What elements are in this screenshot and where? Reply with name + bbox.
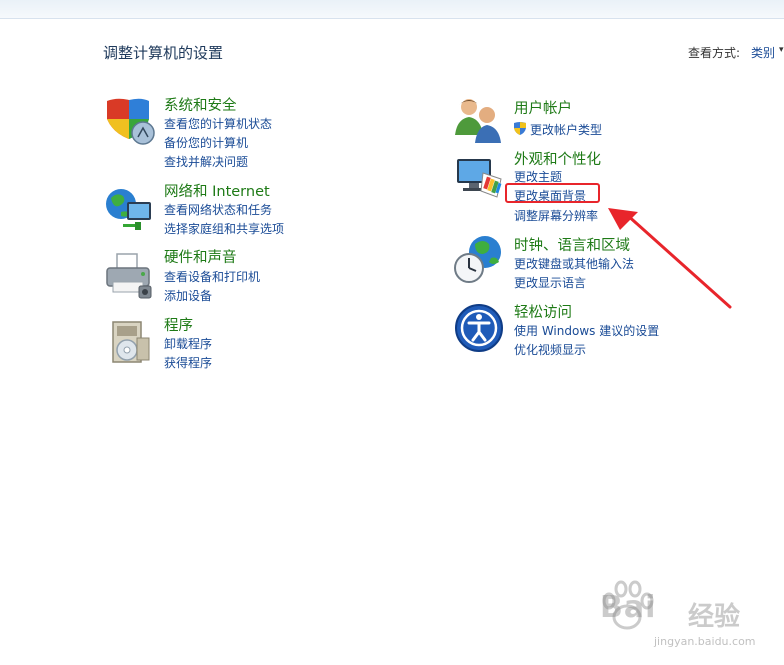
- link-recommended-settings[interactable]: 使用 Windows 建议的设置: [514, 322, 659, 339]
- display-palette-icon: [457, 159, 502, 198]
- category-programs[interactable]: 程序: [164, 314, 193, 335]
- watermark-brand: Bai: [600, 590, 657, 625]
- link-add-device[interactable]: 添加设备: [164, 287, 212, 304]
- category-appearance-personalization[interactable]: 外观和个性化: [514, 148, 601, 169]
- view-by-dropdown[interactable]: 类别: [751, 44, 775, 61]
- link-devices-printers[interactable]: 查看设备和打印机: [164, 268, 260, 285]
- link-homegroup-sharing[interactable]: 选择家庭组和共享选项: [164, 220, 284, 237]
- programs-disc-icon: [112, 321, 150, 363]
- link-get-programs[interactable]: 获得程序: [164, 354, 212, 371]
- link-optimize-video[interactable]: 优化视频显示: [514, 341, 586, 358]
- annotation-arrow-icon: [608, 208, 732, 309]
- category-system-security[interactable]: 系统和安全: [164, 94, 237, 115]
- ease-of-access-icon: [455, 304, 503, 352]
- link-change-display-language[interactable]: 更改显示语言: [514, 274, 586, 291]
- link-backup-computer[interactable]: 备份您的计算机: [164, 134, 248, 151]
- link-network-status[interactable]: 查看网络状态和任务: [164, 201, 272, 218]
- link-view-computer-status[interactable]: 查看您的计算机状态: [164, 115, 272, 132]
- link-change-account-type[interactable]: 更改帐户类型: [530, 121, 602, 138]
- printer-hardware-icon: [106, 253, 152, 299]
- category-network-internet[interactable]: 网络和 Internet: [164, 180, 270, 201]
- category-user-accounts[interactable]: 用户帐户: [514, 97, 572, 118]
- highlight-box: [505, 183, 600, 203]
- window-top-bar: [0, 0, 784, 19]
- page-title: 调整计算机的设置: [103, 44, 224, 62]
- network-globe-icon: [106, 189, 151, 230]
- link-troubleshoot[interactable]: 查找并解决问题: [164, 153, 248, 170]
- link-adjust-resolution[interactable]: 调整屏幕分辨率: [514, 207, 598, 224]
- clock-globe-icon: [454, 236, 501, 283]
- category-ease-of-access[interactable]: 轻松访问: [514, 301, 572, 322]
- security-shield-icon: [107, 98, 155, 145]
- uac-shield-icon: [514, 122, 526, 135]
- dropdown-arrow-icon[interactable]: ▾: [779, 45, 784, 55]
- users-icon: [455, 99, 501, 143]
- category-hardware-sound[interactable]: 硬件和声音: [164, 246, 237, 267]
- view-by-label: 查看方式:: [688, 46, 741, 60]
- link-uninstall-program[interactable]: 卸载程序: [164, 335, 212, 352]
- watermark-name: 经验: [688, 602, 741, 632]
- watermark-url: jingyan.baidu.com: [654, 635, 756, 648]
